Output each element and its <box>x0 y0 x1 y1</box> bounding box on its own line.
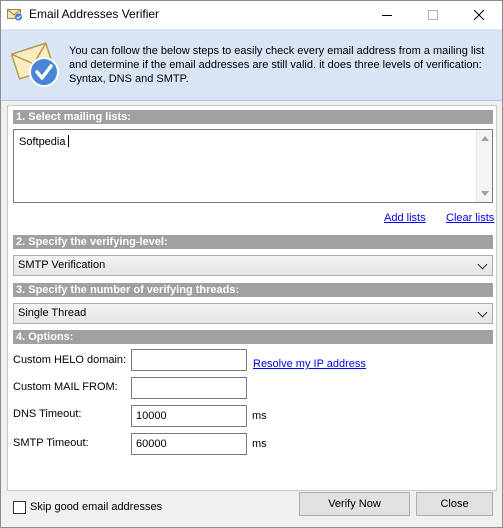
app-icon <box>7 9 22 21</box>
clear-lists-link[interactable]: Clear lists <box>446 212 494 224</box>
close-window-button[interactable] <box>456 1 502 29</box>
section-heading-options: 4. Options: <box>13 330 493 344</box>
dns-timeout-field[interactable]: 10000 <box>131 405 247 427</box>
smtp-timeout-field[interactable]: 60000 <box>131 433 247 455</box>
skip-good-label[interactable]: Skip good email addresses <box>30 501 162 513</box>
mailing-lists-text: Softpedia <box>19 135 70 148</box>
window-title: Email Addresses Verifier <box>29 7 160 21</box>
helo-domain-field[interactable] <box>131 349 247 371</box>
minimize-button[interactable] <box>364 1 410 29</box>
title-bar: Email Addresses Verifier <box>1 1 502 29</box>
threads-value: Single Thread <box>18 307 87 319</box>
dns-timeout-value: 10000 <box>136 410 167 422</box>
section-heading-threads: 3. Specify the number of verifying threa… <box>13 283 493 297</box>
skip-good-checkbox[interactable] <box>13 501 26 514</box>
smtp-timeout-label: SMTP Timeout: <box>13 437 89 449</box>
maximize-button[interactable] <box>410 1 456 29</box>
chevron-down-icon <box>477 307 488 318</box>
close-icon <box>474 10 484 20</box>
textarea-scrollbar[interactable] <box>476 130 492 202</box>
maximize-icon <box>428 10 438 20</box>
header-description: You can follow the below steps to easily… <box>69 45 485 85</box>
section-heading-verifying-level: 2. Specify the verifying-level: <box>13 235 493 249</box>
chevron-down-icon <box>477 259 488 270</box>
app-window: Email Addresses Verifier You can follow … <box>0 0 503 528</box>
dns-timeout-unit: ms <box>252 410 267 422</box>
close-button[interactable]: Close <box>416 492 493 516</box>
scroll-down-icon[interactable] <box>481 191 489 196</box>
verifying-level-value: SMTP Verification <box>18 259 106 271</box>
smtp-timeout-value: 60000 <box>136 438 167 450</box>
verifying-level-select[interactable]: SMTP Verification <box>13 255 493 276</box>
resolve-ip-link[interactable]: Resolve my IP address <box>253 358 366 370</box>
section-heading-mailing-lists: 1. Select mailing lists: <box>13 110 493 124</box>
smtp-timeout-unit: ms <box>252 438 267 450</box>
mailing-lists-textarea[interactable]: Softpedia <box>13 129 493 203</box>
info-header: You can follow the below steps to easily… <box>1 29 502 101</box>
minimize-icon <box>382 14 392 16</box>
mail-from-label: Custom MAIL FROM: <box>13 381 118 393</box>
dns-timeout-label: DNS Timeout: <box>13 408 82 420</box>
threads-select[interactable]: Single Thread <box>13 303 493 324</box>
scroll-up-icon[interactable] <box>481 136 489 141</box>
helo-domain-label: Custom HELO domain: <box>13 354 127 366</box>
envelope-check-icon <box>11 42 59 87</box>
verify-now-button[interactable]: Verify Now <box>299 492 410 516</box>
add-lists-link[interactable]: Add lists <box>384 212 426 224</box>
mail-from-field[interactable] <box>131 377 247 399</box>
